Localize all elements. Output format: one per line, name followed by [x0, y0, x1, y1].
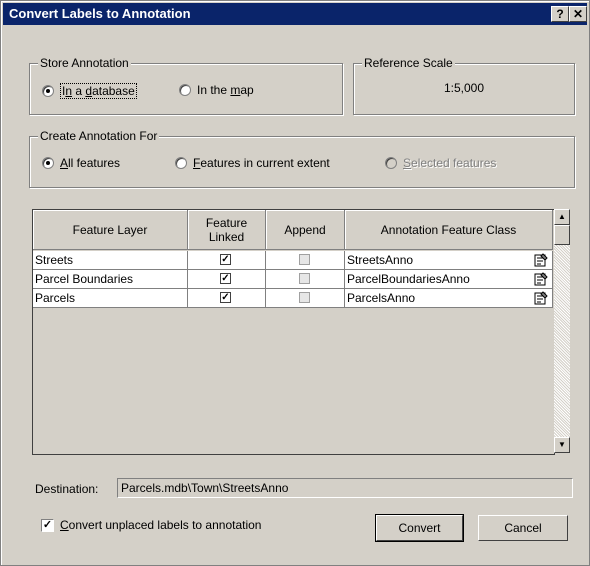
annotation-class-value: StreetsAnno — [347, 253, 414, 267]
radio-in-map-label: In the map — [197, 83, 254, 97]
column-header-annotation-class[interactable]: Annotation Feature Class — [345, 210, 553, 250]
scroll-up-arrow-icon[interactable]: ▲ — [554, 209, 570, 225]
column-header-feature-layer[interactable]: Feature Layer — [33, 210, 188, 250]
radio-in-map[interactable]: In the map — [179, 83, 254, 97]
feature-layer-cell[interactable]: Parcel Boundaries — [33, 270, 188, 289]
radio-current-extent[interactable]: Features in current extent — [175, 156, 330, 170]
append-checkbox[interactable] — [299, 254, 310, 265]
append-checkbox[interactable] — [299, 292, 310, 303]
feature-layer-table[interactable]: Feature Layer Feature Linked Append Anno… — [32, 209, 555, 455]
feature-layer-cell[interactable]: Streets — [33, 251, 188, 270]
radio-in-database-label: In a database — [60, 83, 137, 99]
append-cell[interactable] — [266, 270, 345, 289]
create-annotation-group: Create Annotation For All features Featu… — [29, 129, 575, 188]
feature-linked-checkbox[interactable]: ✓ — [220, 273, 231, 284]
dialog-window: Convert Labels to Annotation ? ✕ Store A… — [0, 0, 590, 566]
cancel-button[interactable]: Cancel — [478, 515, 568, 541]
vertical-scrollbar[interactable]: ▲ ▼ — [554, 209, 570, 453]
feature-linked-checkbox[interactable]: ✓ — [220, 292, 231, 303]
table-row[interactable]: Parcels ✓ ParcelsAnno — [33, 289, 554, 308]
help-button[interactable]: ? — [551, 6, 569, 22]
radio-button-unselected[interactable] — [175, 157, 187, 169]
annotation-class-cell[interactable]: ParcelBoundariesAnno — [345, 270, 553, 289]
feature-layer-cell[interactable]: Parcels — [33, 289, 188, 308]
table-row[interactable]: Parcel Boundaries ✓ ParcelBoundariesAnno — [33, 270, 554, 289]
table-row[interactable]: Streets ✓ StreetsAnno — [33, 251, 554, 270]
annotation-class-value: ParcelBoundariesAnno — [347, 272, 470, 286]
store-annotation-legend: Store Annotation — [38, 56, 131, 70]
annotation-class-value: ParcelsAnno — [347, 291, 416, 305]
scroll-down-arrow-icon[interactable]: ▼ — [554, 437, 570, 453]
radio-button-unselected[interactable] — [179, 84, 191, 96]
convert-unplaced-checkbox-row[interactable]: ✓ Convert unplaced labels to annotation — [41, 518, 261, 532]
radio-button-selected[interactable] — [42, 85, 54, 97]
destination-field: Parcels.mdb\Town\StreetsAnno — [117, 478, 573, 498]
feature-linked-cell[interactable]: ✓ — [188, 289, 266, 308]
annotation-class-cell[interactable]: ParcelsAnno — [345, 289, 553, 308]
radio-all-features-label: All features — [60, 156, 121, 170]
column-header-append[interactable]: Append — [266, 210, 345, 250]
convert-unplaced-label: Convert unplaced labels to annotation — [60, 518, 262, 532]
annotation-class-cell[interactable]: StreetsAnno — [345, 251, 553, 270]
radio-selected-features-label: Selected features — [403, 156, 497, 170]
properties-icon[interactable] — [534, 291, 548, 305]
store-annotation-group: Store Annotation In a database In the ma… — [29, 56, 343, 115]
reference-scale-value: 1:5,000 — [443, 81, 485, 95]
convert-button[interactable]: Convert — [375, 514, 464, 542]
close-button[interactable]: ✕ — [569, 6, 587, 22]
feature-linked-cell[interactable]: ✓ — [188, 251, 266, 270]
convert-unplaced-checkbox[interactable]: ✓ — [41, 518, 54, 532]
radio-button-disabled — [385, 157, 397, 169]
radio-selected-features: Selected features — [385, 156, 496, 170]
destination-label: Destination: — [35, 482, 99, 496]
properties-icon[interactable] — [534, 253, 548, 267]
column-header-feature-linked[interactable]: Feature Linked — [188, 210, 266, 250]
append-cell[interactable] — [266, 251, 345, 270]
append-cell[interactable] — [266, 289, 345, 308]
reference-scale-group: Reference Scale 1:5,000 — [353, 56, 575, 115]
radio-in-database[interactable]: In a database — [42, 83, 137, 99]
scroll-thumb[interactable] — [554, 225, 570, 245]
window-title: Convert Labels to Annotation — [9, 6, 191, 21]
reference-scale-legend: Reference Scale — [362, 56, 455, 70]
append-checkbox[interactable] — [299, 273, 310, 284]
feature-linked-checkbox[interactable]: ✓ — [220, 254, 231, 265]
properties-icon[interactable] — [534, 272, 548, 286]
feature-linked-cell[interactable]: ✓ — [188, 270, 266, 289]
radio-all-features[interactable]: All features — [42, 156, 120, 170]
create-annotation-legend: Create Annotation For — [38, 129, 160, 143]
radio-current-extent-label: Features in current extent — [193, 156, 330, 170]
title-bar[interactable]: Convert Labels to Annotation ? ✕ — [3, 3, 587, 25]
radio-button-selected[interactable] — [42, 157, 54, 169]
